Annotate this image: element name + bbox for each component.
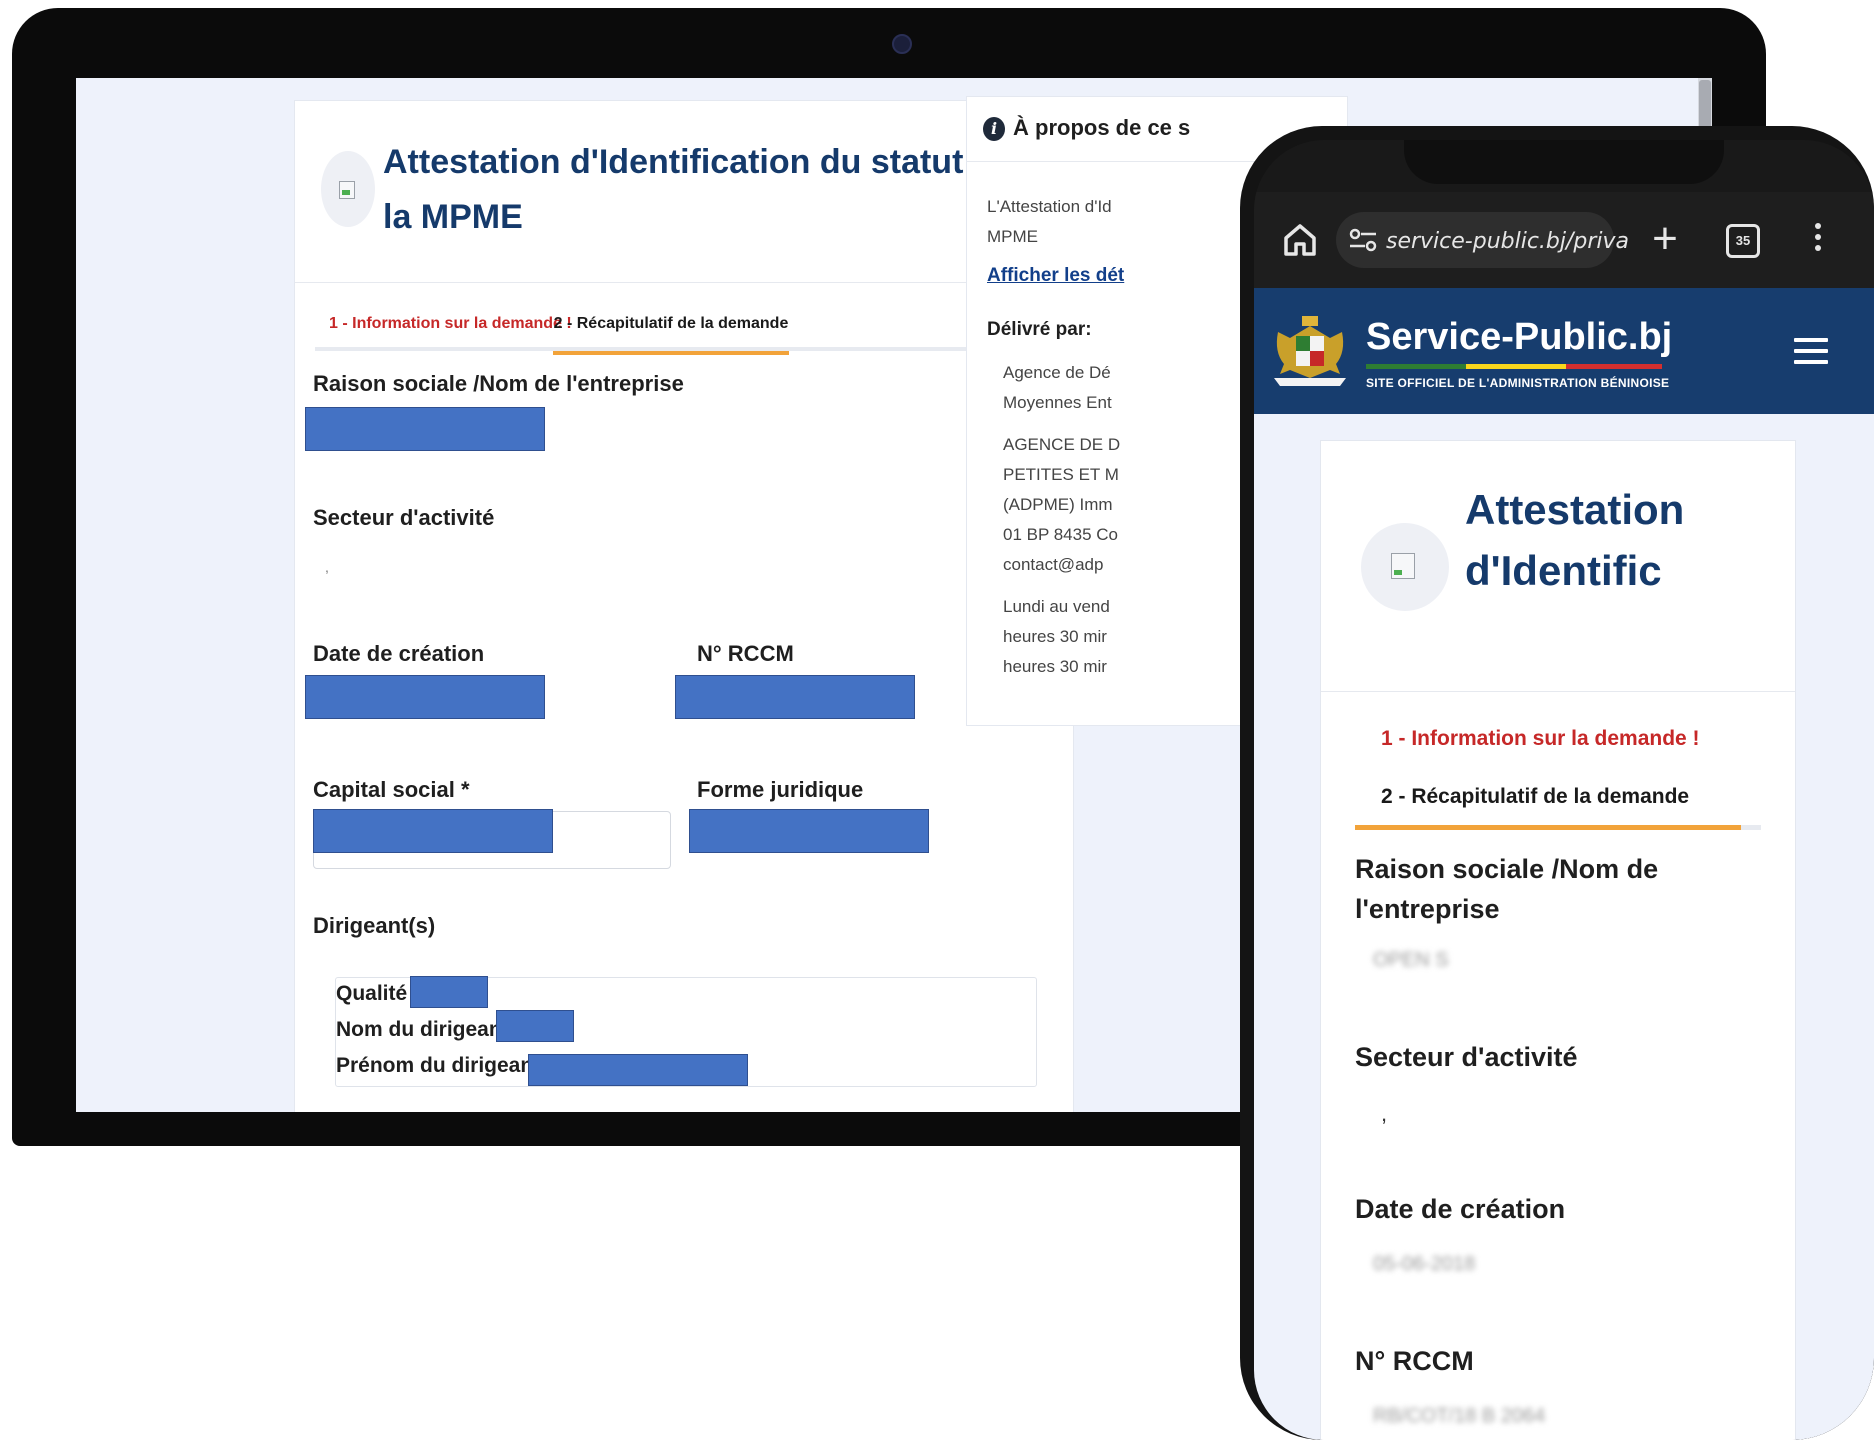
tab-information[interactable]: 1 - Information sur la demande ! xyxy=(329,315,572,333)
forme-label: Forme juridique xyxy=(697,777,864,802)
qualite-redacted xyxy=(410,976,488,1008)
mobile-secteur-label: Secteur d'activité xyxy=(1355,1042,1578,1072)
hamburger-menu-icon[interactable] xyxy=(1794,338,1830,368)
mobile-date-creation-label: Date de création xyxy=(1355,1194,1566,1224)
mobile-rccm-label: N° RCCM xyxy=(1355,1346,1474,1376)
qualite-label: Qualité : xyxy=(336,982,421,1005)
card-header: Attestation d'Identification du statut d… xyxy=(295,101,1073,283)
mobile-request-card: Attestation d'Identific 1 - Information … xyxy=(1320,440,1796,1440)
rccm-redacted xyxy=(675,675,915,719)
flag-stripe xyxy=(1366,364,1662,369)
camera-icon xyxy=(892,34,912,54)
address-line: AGENCE DE D xyxy=(1003,435,1121,454)
nom-dirigeant-redacted xyxy=(496,1010,574,1042)
capital-redacted xyxy=(313,809,553,853)
mobile-raison-sociale-value: OPEN S xyxy=(1373,949,1449,971)
phone-notch xyxy=(1404,140,1724,184)
mobile-tab-indicator xyxy=(1355,825,1761,830)
coat-of-arms-icon xyxy=(1274,316,1346,386)
prenom-dirigeant-label: Prénom du dirigeant : xyxy=(336,1054,554,1077)
show-details-link[interactable]: Afficher les dét xyxy=(987,265,1124,287)
prenom-dirigeant-redacted xyxy=(528,1054,748,1086)
about-description-2: MPME xyxy=(987,227,1038,246)
mobile-page-title: Attestation d'Identific xyxy=(1465,486,1685,594)
dirigeants-label: Dirigeant(s) xyxy=(313,913,436,938)
nom-dirigeant-label: Nom du dirigeant : xyxy=(336,1018,522,1041)
info-icon: i xyxy=(983,117,1005,141)
tab-count-button[interactable]: 35 xyxy=(1726,224,1760,258)
phone-frame: service-public.bj/priva + 35 Service-Pub… xyxy=(1240,126,1874,1440)
agency-name: Agence de Dé xyxy=(1003,363,1111,382)
mobile-page: Attestation d'Identific 1 - Information … xyxy=(1254,414,1874,1440)
agency-name-2: Moyennes Ent xyxy=(1003,393,1112,412)
about-title: À propos de ce s xyxy=(1013,115,1191,140)
site-settings-icon[interactable] xyxy=(1348,226,1378,254)
address-bar[interactable]: service-public.bj/priva xyxy=(1336,212,1629,268)
mobile-card-header: Attestation d'Identific xyxy=(1321,441,1795,692)
site-title[interactable]: Service-Public.bj xyxy=(1366,316,1672,359)
mobile-tab-recapitulatif[interactable]: 2 - Récapitulatif de la demande xyxy=(1381,785,1689,809)
service-avatar xyxy=(1361,523,1449,611)
capital-label: Capital social * xyxy=(313,777,470,802)
secteur-label: Secteur d'activité xyxy=(313,505,495,530)
mobile-tab-information[interactable]: 1 - Information sur la demande ! xyxy=(1381,727,1700,751)
mobile-secteur-value: , xyxy=(1381,1101,1388,1126)
home-icon[interactable] xyxy=(1278,218,1322,262)
hours-line: heures 30 mir xyxy=(1003,627,1107,646)
step-tabs: 1 - Information sur la demande ! 2 - Réc… xyxy=(315,299,1053,355)
mobile-date-creation-value: 05-06-2018 xyxy=(1373,1253,1476,1275)
delivered-by-label: Délivré par: xyxy=(987,319,1092,340)
mobile-rccm-value: RB/COT/18 B 2064 xyxy=(1373,1405,1546,1427)
service-avatar xyxy=(321,151,375,227)
address-line: PETITES ET M xyxy=(1003,465,1119,484)
browser-menu-icon[interactable] xyxy=(1812,218,1824,262)
hours-line: Lundi au vend xyxy=(1003,597,1110,616)
broken-image-icon xyxy=(1391,553,1415,579)
broken-image-icon xyxy=(339,181,355,199)
site-tagline: SITE OFFICIEL DE L'ADMINISTRATION BÉNINO… xyxy=(1366,376,1670,390)
phone-screen: service-public.bj/priva + 35 Service-Pub… xyxy=(1254,140,1874,1440)
raison-sociale-label: Raison sociale /Nom de l'entreprise xyxy=(313,371,684,396)
forme-redacted xyxy=(689,809,929,853)
address-line: (ADPME) Imm xyxy=(1003,495,1113,514)
tab-recapitulatif[interactable]: 2 - Récapitulatif de la demande xyxy=(553,315,789,355)
url-text[interactable]: service-public.bj/priva xyxy=(1386,229,1629,254)
address-line: 01 BP 8435 Co xyxy=(1003,525,1118,544)
page-title: Attestation d'Identification du statut d… xyxy=(383,143,1013,236)
rccm-label: N° RCCM xyxy=(697,641,794,666)
contact-email[interactable]: contact@adp xyxy=(1003,555,1103,575)
site-header: Service-Public.bj SITE OFFICIEL DE L'ADM… xyxy=(1254,288,1874,414)
raison-sociale-redacted xyxy=(305,407,545,451)
secteur-value: , xyxy=(325,559,329,575)
date-creation-label: Date de création xyxy=(313,641,485,666)
mobile-raison-sociale-label: Raison sociale /Nom de l'entreprise xyxy=(1355,854,1659,924)
date-creation-redacted xyxy=(305,675,545,719)
dirigeant-box: Qualité : Nom du dirigeant : Prénom du d… xyxy=(335,976,1037,1087)
about-description: L'Attestation d'Id xyxy=(987,197,1112,216)
request-card: Attestation d'Identification du statut d… xyxy=(294,100,1074,1112)
new-tab-icon[interactable]: + xyxy=(1640,214,1690,264)
browser-toolbar: service-public.bj/priva + 35 xyxy=(1254,192,1874,288)
hours-line: heures 30 mir xyxy=(1003,657,1107,676)
